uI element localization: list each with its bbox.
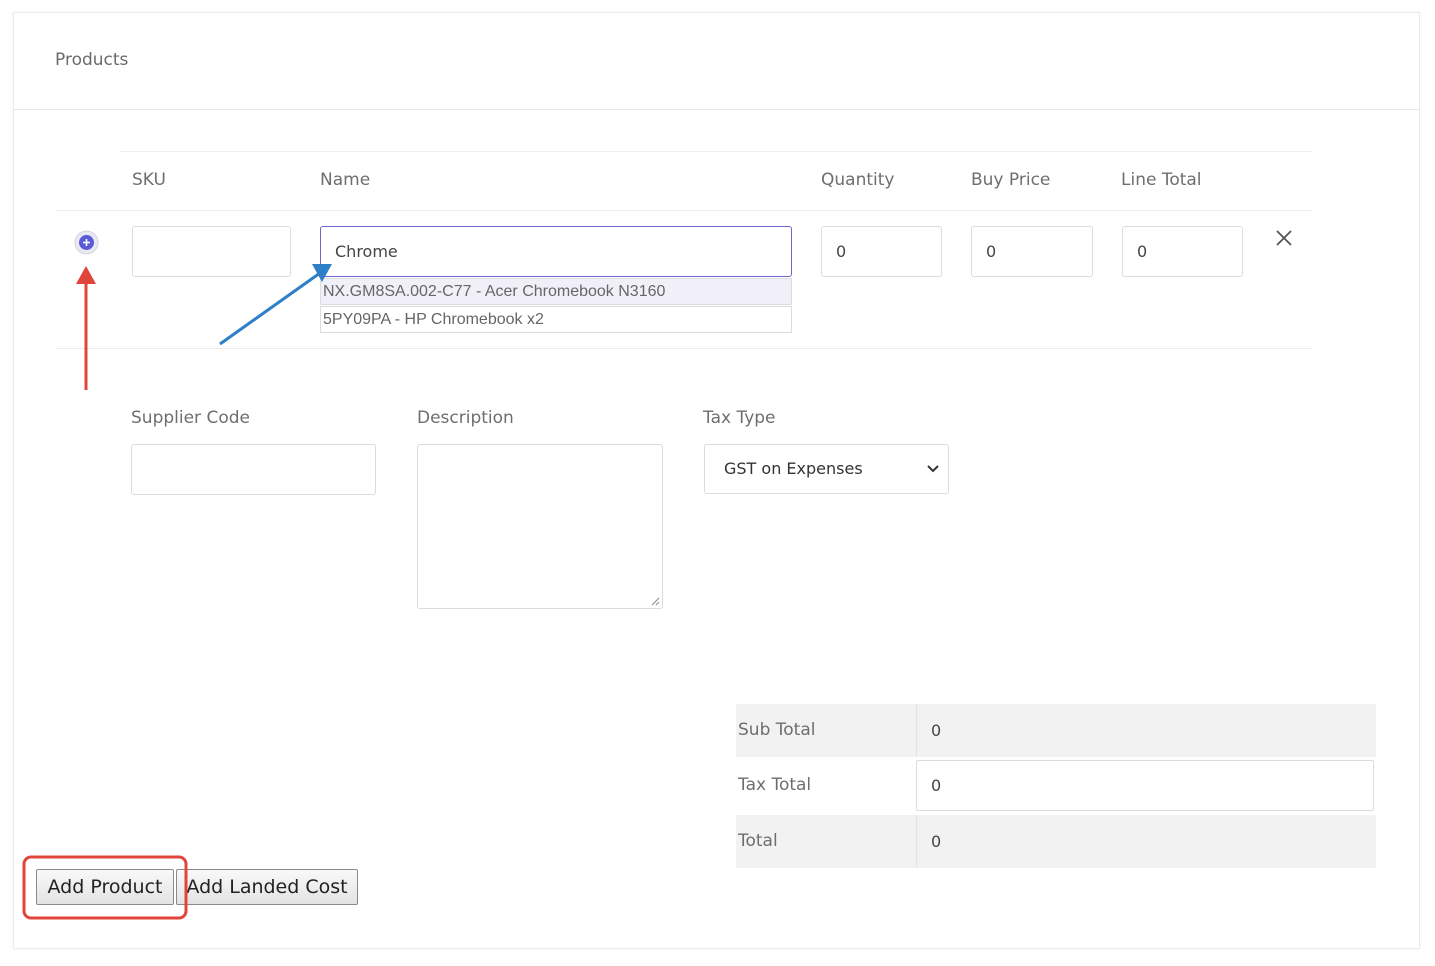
annotation-overlay [22, 264, 332, 920]
red-highlight-box [22, 855, 188, 920]
red-arrow-annotation [76, 266, 96, 390]
blue-arrow-annotation [219, 264, 332, 346]
